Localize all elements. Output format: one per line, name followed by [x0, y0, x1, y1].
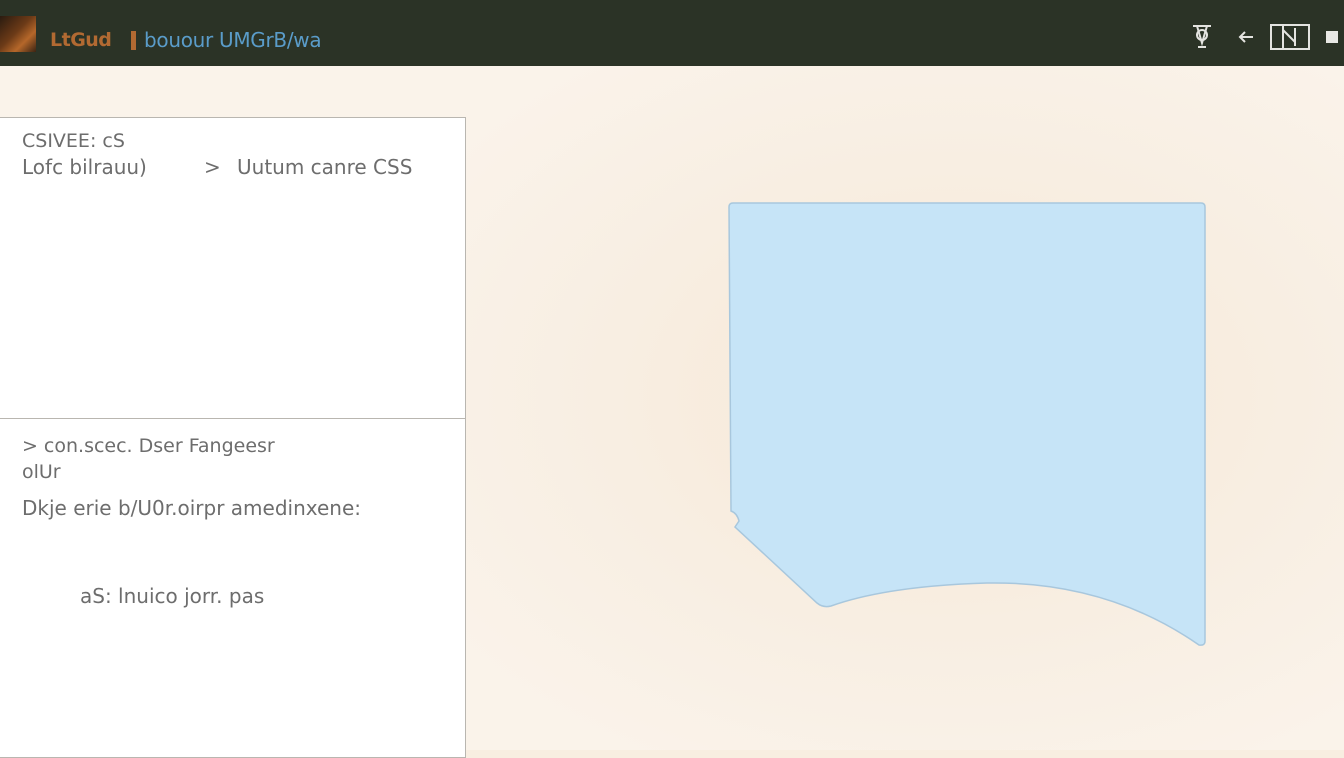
workspace: CSIVEE: cS Lofc bilrauu) > Uutum canre C… [0, 66, 1344, 758]
description-text: Dkje erie b/U0r.oirpr amedinxene: [22, 496, 361, 520]
back-arrow-icon[interactable] [1234, 22, 1258, 52]
screen-icon[interactable] [1266, 22, 1316, 52]
output-label: olUr [22, 461, 61, 483]
target-link[interactable]: Uutum canre CSS [237, 156, 412, 178]
path-label: Lofc bilrauu) [22, 155, 147, 179]
pen-icon[interactable] [1188, 22, 1216, 52]
stop-icon[interactable] [1322, 22, 1342, 52]
app-thumbnail-icon[interactable] [0, 16, 36, 52]
title-bar: LtGud bouour UMGrB/wa [0, 0, 1344, 66]
chevron-right-icon: > [22, 435, 38, 457]
details-panel: > con.scec. Dser Fangeesr olUr Dkje erie … [0, 418, 466, 758]
consec-row[interactable]: > con.scec. Dser Fangeesr [22, 435, 275, 457]
window-title: bouour UMGrB/wa [144, 28, 322, 52]
logo-separator [131, 31, 136, 50]
consec-label: con.scec. Dser Fangeesr [43, 435, 275, 457]
app-logo: LtGud [50, 29, 112, 51]
info-text: aS: lnuico jorr. pas [80, 584, 265, 608]
chevron-right-icon[interactable]: > [204, 156, 221, 178]
settings-label: CSIVEE: cS [22, 130, 125, 152]
preview-shape[interactable] [727, 201, 1207, 646]
settings-panel: CSIVEE: cS Lofc bilrauu) > Uutum canre C… [0, 117, 466, 419]
